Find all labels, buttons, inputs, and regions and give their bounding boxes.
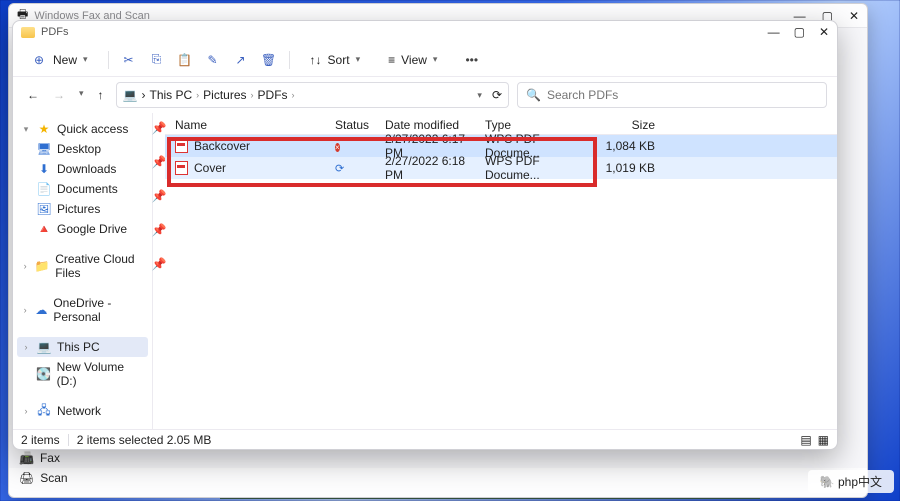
sidebar-quick-access[interactable]: ▾★Quick access: [17, 119, 148, 139]
rename-button[interactable]: ✎: [205, 52, 221, 68]
recent-locations-button[interactable]: ▾: [79, 88, 84, 102]
file-list-pane: Name Status Date modified Type Size Back…: [165, 113, 837, 429]
refresh-button[interactable]: ⟳: [492, 88, 502, 102]
file-size: 1,019 KB: [595, 161, 655, 175]
search-input[interactable]: [547, 88, 818, 102]
sort-label: Sort: [328, 53, 350, 67]
minimize-button[interactable]: —: [768, 25, 780, 39]
up-button[interactable]: ↑: [98, 88, 104, 102]
sidebar-item-googledrive[interactable]: 🔺Google Drive: [17, 219, 148, 239]
folder-icon: [21, 27, 35, 38]
breadcrumb-thispc[interactable]: This PC›: [149, 88, 199, 102]
separator: [68, 434, 69, 446]
search-icon: 🔍: [526, 88, 541, 102]
pictures-icon: 🖼: [37, 202, 51, 216]
drive-icon: 🔺: [37, 222, 51, 236]
desktop-icon: 🖥: [37, 142, 51, 156]
sidebar-item-documents[interactable]: 📄Documents: [17, 179, 148, 199]
fax-nav-item[interactable]: 📠Fax: [19, 448, 199, 468]
back-button[interactable]: ←: [27, 88, 39, 102]
status-bar: 2 items 2 items selected 2.05 MB ▤ ▦: [13, 429, 837, 449]
drive-icon: 💽: [37, 367, 51, 381]
pc-icon: 💻: [123, 88, 138, 102]
new-label: New: [53, 53, 77, 67]
explorer-titlebar[interactable]: PDFs — ▢ ✕: [13, 21, 837, 43]
item-count: 2 items: [21, 433, 60, 447]
file-name: Cover: [194, 161, 226, 175]
thumbnails-view-button[interactable]: ▦: [818, 433, 829, 447]
delete-button[interactable]: 🗑: [261, 52, 277, 68]
share-button[interactable]: ↗: [233, 52, 249, 68]
address-bar[interactable]: 💻› This PC› Pictures› PDFs› ▾ ⟳: [116, 82, 509, 108]
file-name: Backcover: [194, 139, 250, 153]
copy-button[interactable]: ⎘: [149, 52, 165, 68]
view-icon: ≡: [388, 53, 395, 67]
address-row: ← → ▾ ↑ 💻› This PC› Pictures› PDFs› ▾ ⟳ …: [13, 77, 837, 113]
plus-circle-icon: ⊕: [31, 52, 47, 68]
address-chevron-icon[interactable]: ▾: [477, 90, 482, 101]
sidebar-new-volume[interactable]: 💽New Volume (D:): [17, 357, 148, 391]
file-type: WPS PDF Docume...: [485, 154, 595, 182]
separator: [289, 51, 290, 69]
watermark: 🐘 php中文: [808, 470, 894, 493]
star-icon: ★: [37, 122, 51, 136]
chevron-down-icon: ▾: [433, 54, 438, 65]
chevron-down-icon: ▾: [356, 54, 361, 65]
sidebar-onedrive[interactable]: ›☁OneDrive - Personal: [17, 293, 148, 327]
command-bar: ⊕ New ▾ ✂ ⎘ 📋 ✎ ↗ 🗑 ↑↓ Sort ▾ ≡ View ▾ •…: [13, 43, 837, 77]
document-icon: 📄: [37, 182, 51, 196]
network-icon: 🖧: [37, 404, 51, 418]
view-button[interactable]: ≡ View ▾: [380, 49, 445, 71]
separator: [108, 51, 109, 69]
col-name[interactable]: Name: [175, 118, 335, 132]
breadcrumb-pdfs[interactable]: PDFs›: [258, 88, 295, 102]
sidebar-creative-cloud[interactable]: ›📁Creative Cloud Files: [17, 249, 148, 283]
pdf-icon: [175, 139, 188, 153]
col-status[interactable]: Status: [335, 118, 385, 132]
breadcrumb-pictures[interactable]: Pictures›: [203, 88, 253, 102]
scan-nav-item[interactable]: 🖨Scan: [19, 468, 199, 488]
file-row[interactable]: Cover ⟳ 2/27/2022 6:18 PM WPS PDF Docume…: [165, 157, 837, 179]
file-size: 1,084 KB: [595, 139, 655, 153]
cut-button[interactable]: ✂: [121, 52, 137, 68]
col-type[interactable]: Type: [485, 118, 595, 132]
sidebar-item-pictures[interactable]: 🖼Pictures: [17, 199, 148, 219]
sort-icon: ↑↓: [310, 53, 322, 67]
navigation-pane: ▾★Quick access 🖥Desktop ⬇Downloads 📄Docu…: [13, 113, 153, 429]
close-button[interactable]: ✕: [819, 25, 829, 39]
selection-info: 2 items selected 2.05 MB: [77, 433, 212, 447]
more-button[interactable]: •••: [457, 49, 486, 71]
maximize-button[interactable]: ▢: [794, 25, 805, 39]
file-date: 2/27/2022 6:18 PM: [385, 154, 485, 182]
col-date[interactable]: Date modified: [385, 118, 485, 132]
col-size[interactable]: Size: [595, 118, 655, 132]
paste-button[interactable]: 📋: [177, 52, 193, 68]
status-sync-icon: ⟳: [335, 163, 344, 175]
sidebar-this-pc[interactable]: ›💻This PC: [17, 337, 148, 357]
folder-icon: 📁: [35, 259, 49, 273]
sidebar-item-downloads[interactable]: ⬇Downloads: [17, 159, 148, 179]
window-title: PDFs: [41, 26, 69, 38]
file-explorer-window: PDFs — ▢ ✕ ⊕ New ▾ ✂ ⎘ 📋 ✎ ↗ 🗑 ↑↓ Sort ▾…: [12, 20, 838, 450]
sidebar-item-desktop[interactable]: 🖥Desktop: [17, 139, 148, 159]
view-label: View: [401, 53, 427, 67]
chevron-down-icon: ▾: [83, 54, 88, 65]
pc-icon: 💻: [37, 340, 51, 354]
new-button[interactable]: ⊕ New ▾: [23, 48, 96, 72]
download-icon: ⬇: [37, 162, 51, 176]
close-button[interactable]: ✕: [849, 9, 859, 23]
pin-gutter: 📌 📌 📌 📌 📌: [153, 113, 165, 429]
sort-button[interactable]: ↑↓ Sort ▾: [302, 49, 369, 71]
forward-button[interactable]: →: [53, 88, 65, 102]
details-view-button[interactable]: ▤: [800, 433, 811, 447]
cloud-icon: ☁: [35, 303, 47, 317]
sidebar-network[interactable]: ›🖧Network: [17, 401, 148, 421]
search-box[interactable]: 🔍: [517, 82, 827, 108]
pdf-icon: [175, 161, 188, 175]
status-error-icon: ×: [335, 143, 340, 152]
